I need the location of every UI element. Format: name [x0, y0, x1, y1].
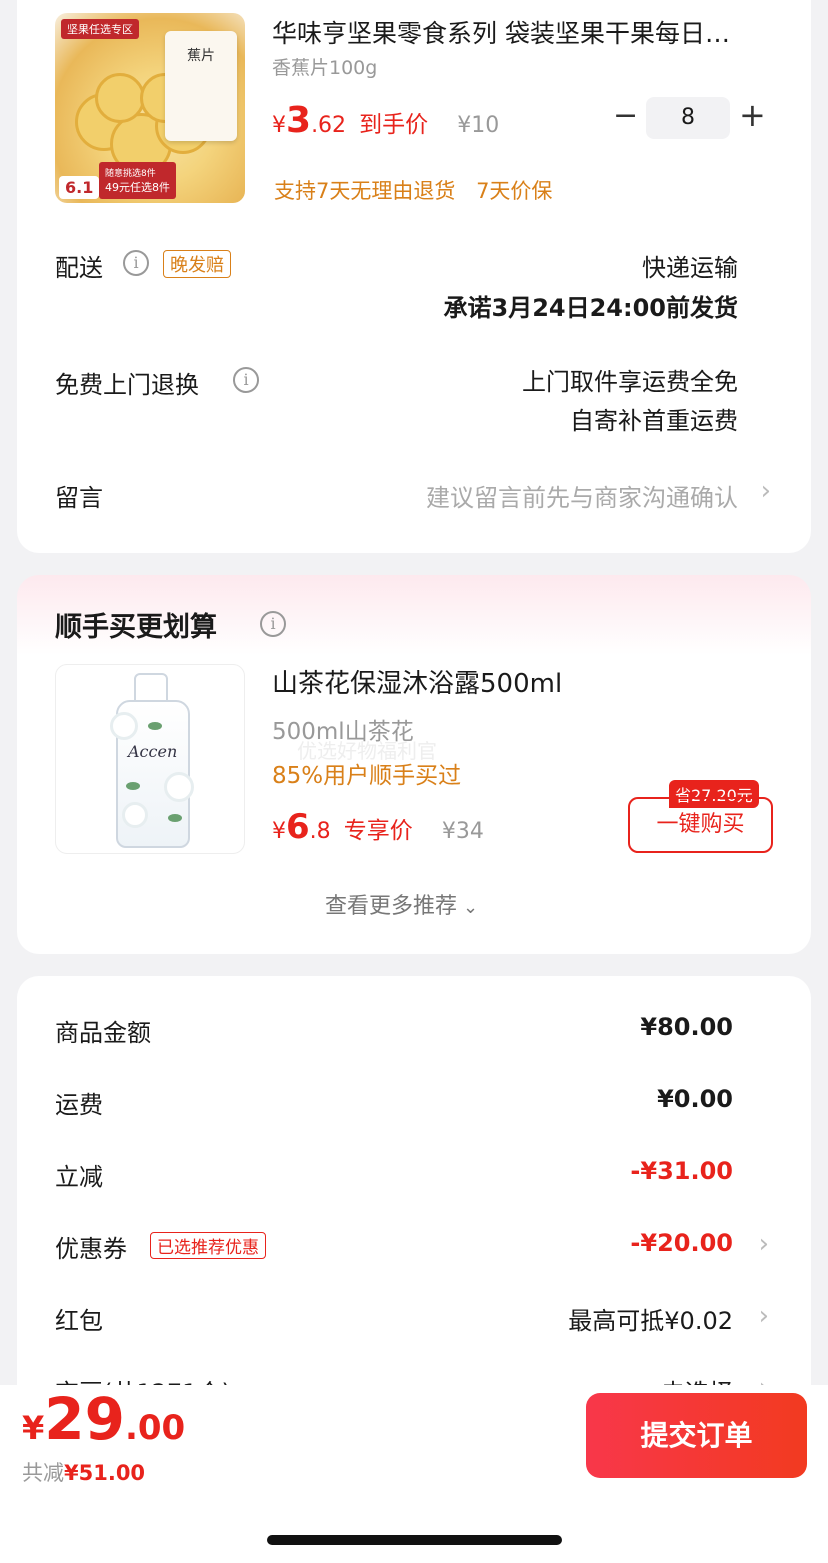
summary-redpacket-row[interactable]: 红包 最高可抵¥0.02 ›	[55, 1301, 773, 1341]
delivery-promise: 承诺3月24日24:00前发货	[443, 294, 739, 322]
coupon-value: -¥20.00	[630, 1229, 733, 1257]
product-corner-tag: 坚果任选专区	[61, 19, 139, 39]
product-image[interactable]: 蕉片 坚果任选专区 6.1 随意挑选8件 49元任选8件	[55, 13, 245, 203]
message-chevron-icon[interactable]: ›	[761, 476, 771, 506]
goods-label: 商品金额	[55, 1019, 151, 1047]
product-title[interactable]: 华味亨坚果零食系列 袋装坚果干果每日…	[272, 14, 777, 50]
bottle-graphic: Accen	[110, 700, 194, 848]
summary-card: 商品金额 ¥80.00 运费 ¥0.00 立减 -¥31.00 优惠券 已选推荐…	[17, 976, 811, 1436]
return-line1: 上门取件享运费全免	[522, 368, 738, 396]
recommend-price: ¥6.8 专享价 ¥34	[272, 807, 484, 847]
summary-coupon-row[interactable]: 优惠券 已选推荐优惠 -¥20.00 ›	[55, 1229, 773, 1269]
service-tags: 支持7天无理由退货 7天价保	[274, 175, 552, 205]
product-promo-badge: 随意挑选8件 49元任选8件	[99, 162, 176, 199]
quantity-input[interactable]: 8	[646, 97, 730, 139]
delivery-method: 快递运输	[642, 254, 738, 282]
submit-order-button[interactable]: 提交订单	[586, 1393, 807, 1478]
coupon-label: 优惠券	[55, 1235, 127, 1263]
return-line2: 自寄补首重运费	[570, 407, 738, 435]
delivery-label: 配送	[55, 254, 103, 282]
quantity-minus-button[interactable]: −	[613, 98, 638, 133]
summary-shipping-row: 运费 ¥0.00	[55, 1085, 773, 1125]
price-label: 到手价	[359, 112, 429, 138]
recommend-card: 顺手买更划算 i Accen 山茶花保湿沐浴露500ml 500ml山茶花 优选…	[17, 575, 811, 954]
recommend-image[interactable]: Accen	[55, 664, 245, 854]
product-card: 蕉片 坚果任选专区 6.1 随意挑选8件 49元任选8件 华味亨坚果零食系列 袋…	[17, 0, 811, 553]
instant-label: 立减	[55, 1163, 103, 1191]
summary-instant-row: 立减 -¥31.00	[55, 1157, 773, 1197]
one-click-buy-button[interactable]: 一键购买	[628, 797, 773, 853]
product-variant[interactable]: 香蕉片100g	[272, 53, 377, 80]
redpacket-value: 最高可抵¥0.02	[568, 1307, 733, 1335]
message-label: 留言	[55, 484, 103, 512]
instant-value: -¥31.00	[630, 1157, 733, 1185]
coupon-chevron-icon: ›	[758, 1229, 769, 1259]
redpacket-label: 红包	[55, 1307, 103, 1335]
chevron-down-icon: ⌄	[463, 897, 479, 918]
redpacket-chevron-icon: ›	[758, 1301, 769, 1331]
recommend-info-icon[interactable]: i	[260, 611, 286, 637]
return-info-icon[interactable]: i	[233, 367, 259, 393]
home-indicator[interactable]	[267, 1535, 562, 1545]
goods-value: ¥80.00	[640, 1013, 733, 1041]
quantity-plus-button[interactable]: +	[739, 96, 766, 134]
original-price: ¥10	[457, 113, 500, 138]
service-price-protect: 7天价保	[476, 179, 553, 203]
recommend-title[interactable]: 山茶花保湿沐浴露500ml	[272, 663, 562, 700]
product-price: ¥3.62 到手价 ¥10	[272, 100, 500, 141]
delivery-info-icon[interactable]: i	[123, 250, 149, 276]
coupon-tag: 已选推荐优惠	[150, 1232, 266, 1259]
shipping-value: ¥0.00	[657, 1085, 733, 1113]
recommend-stat: 85%用户顺手买过	[272, 763, 462, 789]
late-ship-tag: 晚发赔	[163, 250, 231, 278]
see-more-link[interactable]: 查看更多推荐 ⌄	[325, 888, 478, 920]
service-return: 支持7天无理由退货	[274, 179, 456, 203]
total-saved: 共减¥51.00	[22, 1461, 146, 1485]
summary-goods-row: 商品金额 ¥80.00	[55, 1013, 773, 1053]
recommend-heading: 顺手买更划算	[55, 612, 217, 643]
shipping-label: 运费	[55, 1091, 103, 1119]
total-price: ¥29.00	[22, 1385, 186, 1453]
product-date-badge: 6.1	[59, 176, 100, 199]
message-input[interactable]: 建议留言前先与商家沟通确认	[426, 478, 738, 513]
product-bag-graphic: 蕉片	[165, 31, 237, 141]
return-label: 免费上门退换	[55, 371, 199, 399]
